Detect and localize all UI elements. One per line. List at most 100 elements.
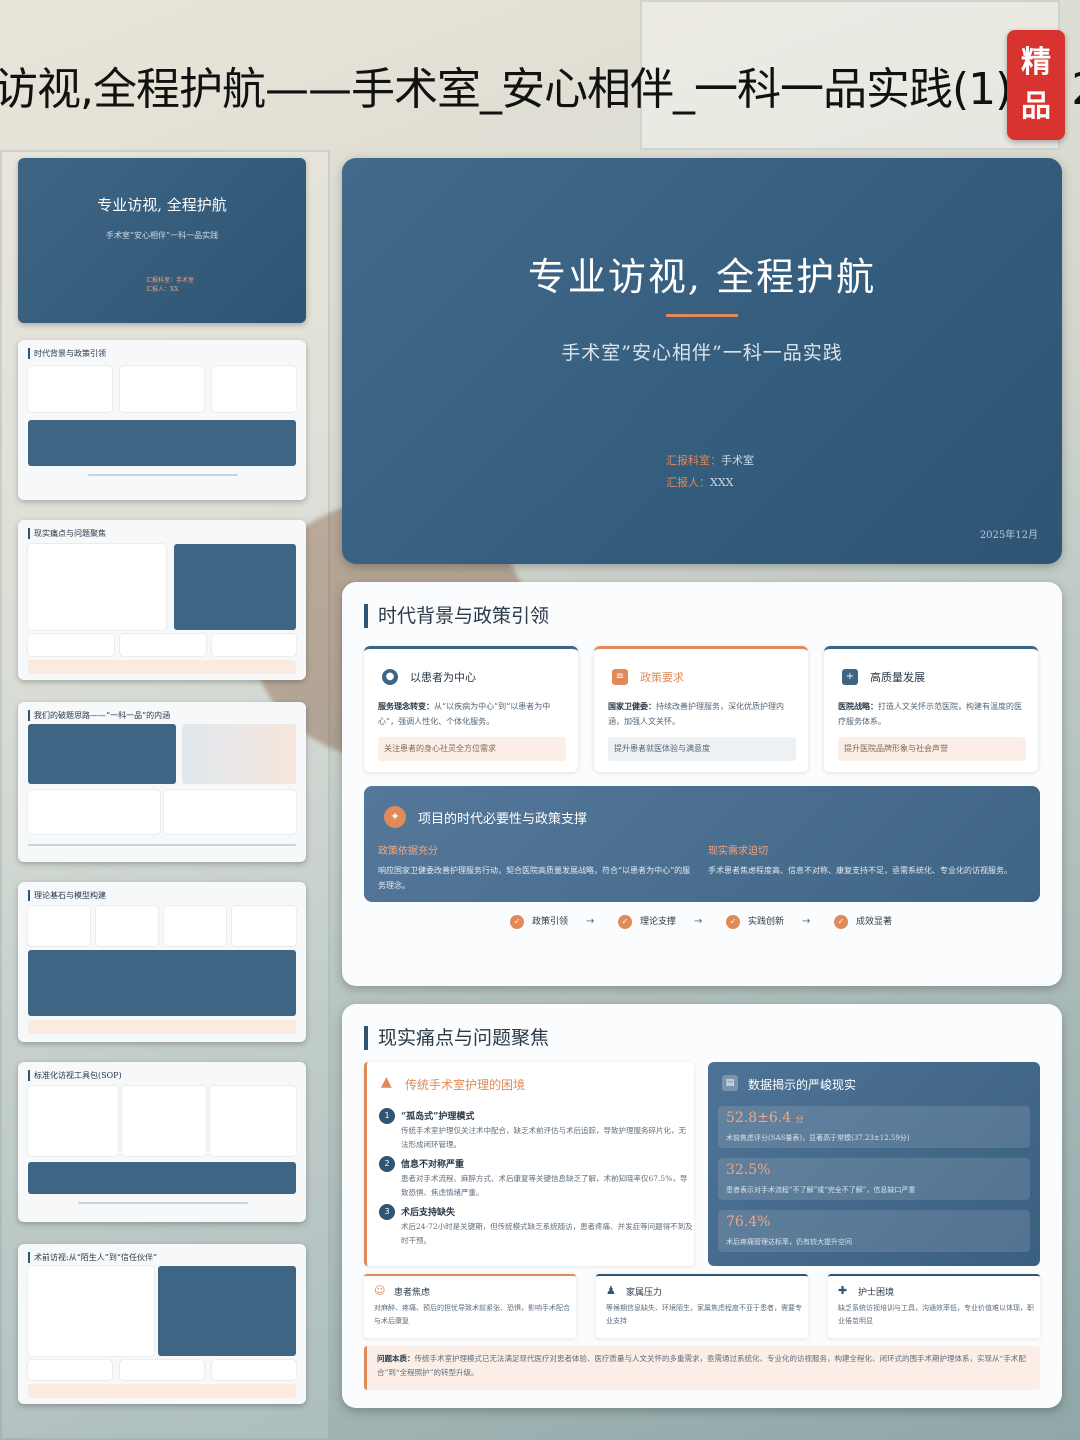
arrow-right-icon: → [802, 916, 811, 927]
thumbnail-block [120, 634, 206, 656]
top-title-strip: 访视,全程护航——手术室_安心相伴_一科一品实践(1)2 [0, 64, 1080, 115]
thumbnail-cover-title: 专业访视, 全程护航 [97, 196, 227, 214]
thumbnail-slide-5[interactable]: 理论基石与模型构建 [18, 882, 306, 1042]
check-icon: ✓ [834, 914, 848, 929]
thumbnail-slide-4[interactable]: 我们的破题思路——“一科一品”的内涵 [18, 702, 306, 862]
thumbnail-block [232, 906, 296, 946]
cover-divider [666, 314, 738, 317]
chart-icon: ▤ [722, 1075, 738, 1091]
check-icon: ✓ [618, 914, 632, 929]
warning-icon: ▲ [381, 1074, 392, 1090]
anxious-person-icon: ☺ [374, 1284, 386, 1297]
lightbulb-icon: ✦ [384, 806, 406, 828]
check-icon: ✓ [726, 914, 740, 929]
card-high-quality: + 高质量发展 医院战略：打造人文关怀示范医院，构建有温度的医疗服务体系。 提升… [824, 646, 1038, 772]
data-title: 数据揭示的严峻现实 [748, 1078, 857, 1092]
stat-card: 32.5% 患者表示对手术流程“不了解”或“完全不了解”，信息缺口严重 [718, 1158, 1030, 1200]
card-patient-centered: ● 以患者为中心 服务理念转变：从“以疾病为中心”到“以患者为中心”，强调人性化… [364, 646, 578, 772]
thumbnail-cover-subtitle: 手术室“安心相伴”一科一品实践 [105, 231, 219, 240]
thumbnail-block [158, 1266, 296, 1356]
thumbnail-block [28, 366, 112, 412]
thumbnail-block [28, 906, 90, 946]
necessity-band: ✦ 项目的时代必要性与政策支撑 政策依据充分 响应国家卫健委改善护理服务行动，契… [364, 786, 1040, 902]
thumbnail-block [212, 1360, 296, 1380]
thumbnail-block [28, 660, 296, 674]
premium-badge: 精 品 [1007, 30, 1065, 140]
thumbnail-block [28, 1360, 112, 1380]
arrow-right-icon: → [586, 916, 595, 927]
thumbnail-slide-3[interactable]: 现实痛点与问题聚焦 [18, 520, 306, 680]
thumbnail-slide-7[interactable]: 术前访视:从“陌生人”到“信任伙伴” [18, 1244, 306, 1404]
thumbnail-cover[interactable]: 专业访视, 全程护航 手术室“安心相伴”一科一品实践 汇报科室：手术室 汇报人：X… [18, 158, 306, 323]
slide-heading: 现实痛点与问题聚焦 [364, 1026, 549, 1050]
slide-heading: 时代背景与政策引领 [364, 604, 549, 628]
card-text: 国家卫健委：持续改善护理服务，深化优质护理内涵，加强人文关怀。 [608, 701, 784, 726]
cover-meta: 汇报科室：手术室 汇报人：XXX [666, 454, 754, 489]
hospital-icon: + [842, 669, 858, 685]
card-title: 高质量发展 [870, 671, 925, 684]
slide-pain-points: 现实痛点与问题聚焦 ▲ 传统手术室护理的困境 1 “孤岛式”护理模式 传统手术室… [342, 1004, 1062, 1408]
thumbnail-line [78, 1202, 248, 1204]
family-icon: ♟ [606, 1284, 616, 1297]
thumbnail-block [28, 1384, 296, 1398]
thumbnail-block [96, 906, 158, 946]
thumbnail-block [164, 790, 296, 834]
card-text: 医院战略：打造人文关怀示范医院，构建有温度的医疗服务体系。 [838, 701, 1022, 726]
thumbnail-slide-2[interactable]: 时代背景与政策引领 [18, 340, 306, 500]
thumbnail-block [28, 724, 176, 784]
mini-card-family: ♟ 家属压力 等候期信息缺失、环境陌生，家属焦虑程度不亚于患者，需要专业支持 [596, 1274, 808, 1338]
thumbnail-block [212, 634, 296, 656]
card-title: 以患者为中心 [410, 671, 476, 684]
process-flow: ✓ 政策引领 → ✓ 理论支撑 → ✓ 实践创新 → ✓ 成效显著 [342, 914, 1062, 934]
thumbnail-block [212, 366, 296, 412]
slide-background-policy: 时代背景与政策引领 ● 以患者为中心 服务理念转变：从“以疾病为中心”到“以患者… [342, 582, 1062, 986]
band-column-policy: 政策依据充分 响应国家卫健委改善护理服务行动，契合医院高质量发展战略，符合“以患… [378, 846, 691, 890]
thumbnail-heading: 现实痛点与问题聚焦 [28, 528, 106, 539]
thumbnail-block [28, 1020, 296, 1034]
thumbnail-block [174, 544, 296, 630]
thumbnail-block [28, 790, 160, 834]
pain-points-box: ▲ 传统手术室护理的困境 1 “孤岛式”护理模式 传统手术室护理仅关注术中配合，… [364, 1062, 694, 1266]
flow-step: ✓ 实践创新 [726, 914, 784, 930]
card-text: 服务理念转变：从“以疾病为中心”到“以患者为中心”，强调人性化、个体化服务。 [378, 701, 551, 726]
problem-essence: 问题本质：传统手术室护理模式已无法满足现代医疗对患者体验、医疗质量与人文关怀的多… [364, 1346, 1040, 1390]
flow-step: ✓ 成效显著 [834, 914, 892, 930]
pain-title: 传统手术室护理的困境 [405, 1078, 526, 1092]
check-icon: ✓ [510, 914, 524, 929]
flow-step: ✓ 政策引领 [510, 914, 568, 930]
card-policy: ≡ 政策要求 国家卫健委：持续改善护理服务，深化优质护理内涵，加强人文关怀。 提… [594, 646, 808, 772]
stat-card: 52.8±6.4 分 术前焦虑评分(SAS量表)，显著高于常模(37.23±12… [718, 1106, 1030, 1148]
thumbnail-block [28, 544, 166, 630]
card-title: 政策要求 [640, 671, 684, 684]
thumbnail-block [28, 420, 296, 466]
thumbnail-block [28, 1086, 118, 1156]
cover-date: 2025年12月 [979, 530, 1038, 541]
band-column-demand: 现实需求迫切 手术患者焦虑程度高、信息不对称、康复支持不足，亟需系统化、专业化的… [708, 846, 1012, 875]
thumbnail-cover-meta: 汇报科室：手术室 汇报人：XX [146, 277, 195, 293]
thumbnail-block [120, 1360, 204, 1380]
mini-card-patient: ☺ 患者焦虑 对麻醉、疼痛、预后的担忧导致术前紧张、恐惧，影响手术配合与术后康复 [364, 1274, 576, 1338]
thumbnail-heading: 标准化访视工具包(SOP) [28, 1070, 122, 1081]
thumbnail-heading: 我们的破题思路——“一科一品”的内涵 [28, 710, 170, 721]
thumbnail-slide-6[interactable]: 标准化访视工具包(SOP) [18, 1062, 306, 1222]
user-icon: ● [382, 669, 398, 685]
thumbnail-block [122, 1086, 206, 1156]
thumbnail-line [28, 844, 296, 846]
thumbnail-block [28, 634, 114, 656]
nurse-icon: ✚ [838, 1284, 848, 1297]
stat-card: 76.4% 术后疼痛管理达标率，仍有较大提升空间 [718, 1210, 1030, 1252]
arrow-right-icon: → [694, 916, 703, 927]
slide-cover: 专业访视, 全程护航 手术室”安心相伴”一科一品实践 汇报科室：手术室 汇报人：… [342, 158, 1062, 564]
card-tag: 关注患者的身心社灵全方位需求 [378, 737, 566, 761]
cover-title: 专业访视, 全程护航 [527, 255, 877, 299]
thumbnail-image [182, 724, 296, 784]
card-tag: 提升患者就医体验与满意度 [608, 737, 796, 761]
thumbnail-heading: 术前访视:从“陌生人”到“信任伙伴” [28, 1252, 157, 1263]
thumbnail-block [28, 1266, 154, 1356]
thumbnail-block [28, 950, 296, 1016]
cover-subtitle: 手术室”安心相伴”一科一品实践 [561, 342, 843, 364]
thumbnail-block [164, 906, 226, 946]
thumbnail-line [88, 474, 238, 476]
data-reality-box: ▤ 数据揭示的严峻现实 52.8±6.4 分 术前焦虑评分(SAS量表)，显著高… [708, 1062, 1040, 1266]
thumbnail-heading: 理论基石与模型构建 [28, 890, 106, 901]
